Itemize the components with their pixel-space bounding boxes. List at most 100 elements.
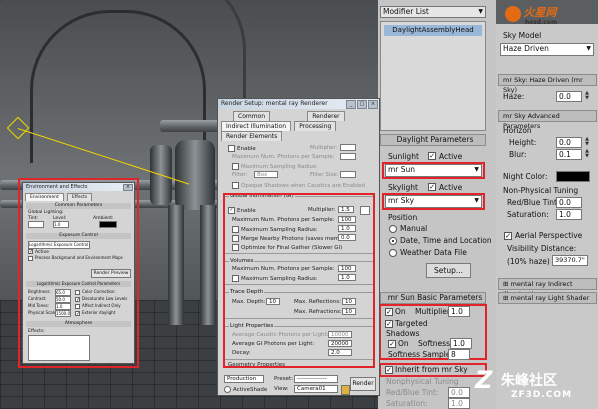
position-label: Position xyxy=(388,213,418,222)
rollout-indirect-illumination[interactable]: ⊞ mental ray Indirect Illumination xyxy=(498,278,597,298)
render-button[interactable]: Render xyxy=(350,377,376,391)
tab-renderer[interactable]: Renderer xyxy=(307,111,345,121)
robot-torso xyxy=(175,140,215,210)
caustics-multiplier-label: Multiplier: xyxy=(310,145,338,151)
env-close-icon[interactable]: × xyxy=(123,184,133,191)
shadows-label: Shadows xyxy=(386,329,420,338)
exposure-header[interactable]: Exposure Control xyxy=(26,233,131,239)
close-icon[interactable]: × xyxy=(368,100,378,109)
minimize-icon[interactable]: _ xyxy=(346,100,356,109)
targeted-checkbox[interactable]: ✓ xyxy=(385,320,393,328)
inherit-checkbox[interactable]: ✓ xyxy=(385,366,393,374)
render-preview-button[interactable]: Render Preview xyxy=(91,269,131,278)
tab-processing[interactable]: Processing xyxy=(294,121,337,131)
haze-label: Haze: xyxy=(503,92,525,101)
visibility-label: Visibility Distance: xyxy=(507,244,577,253)
robot-leg-left xyxy=(168,205,184,325)
tab-render-elements[interactable]: Render Elements xyxy=(221,131,283,141)
blur-spinner-icon[interactable]: ▲ ▼ xyxy=(584,149,590,160)
position-date-time-radio[interactable] xyxy=(389,237,397,245)
common-params-header[interactable]: Common Parameters xyxy=(26,203,131,209)
softness-samples-field[interactable]: 8 xyxy=(448,349,470,360)
setup-button[interactable]: Setup... xyxy=(426,263,471,278)
desaturate-low[interactable]: ✓ Desaturate Low Levels xyxy=(75,296,127,302)
height-spinner-icon[interactable]: ▲ ▼ xyxy=(584,137,590,148)
level-field[interactable]: 1.0 xyxy=(53,221,69,228)
night-color-swatch[interactable] xyxy=(556,171,590,182)
non-physical-label: Non-Physical Tuning xyxy=(503,186,579,195)
env-titlebar[interactable]: Environment and Effects × xyxy=(23,183,134,191)
opaque-shadows[interactable]: Opaque Shadows when Caustics are Enabled xyxy=(232,182,365,189)
contrast-field[interactable]: 50.0 xyxy=(55,296,71,303)
skylight-active-checkbox[interactable]: ✓ xyxy=(428,183,436,191)
haze-field[interactable]: 0.0 xyxy=(556,91,582,102)
sunlight-active-checkbox[interactable]: ✓ xyxy=(428,152,436,160)
effects-list[interactable] xyxy=(28,335,90,361)
sun-multiplier-field[interactable]: 1.0 xyxy=(448,306,470,317)
height-label: Height: xyxy=(509,138,537,147)
haze-header[interactable]: mr Sky: Haze Driven (mr Sky) xyxy=(498,74,597,94)
aerial-checkbox[interactable]: ✓ xyxy=(504,232,512,240)
sky-saturation-field[interactable]: 1.0 xyxy=(556,209,582,220)
view-dropdown[interactable]: Camera01 xyxy=(294,385,338,393)
visibility-field[interactable]: 39370.7" xyxy=(552,255,588,266)
brightness-label: Brightness: xyxy=(28,289,51,294)
modifier-stack[interactable]: DaylightAssemblyHead xyxy=(380,21,486,131)
render-setup-titlebar[interactable]: Render Setup: mental ray Renderer _ □ × xyxy=(218,99,379,109)
affect-indirect[interactable]: Affect Indirect Only xyxy=(75,303,121,309)
sun-saturation-field[interactable]: 1.0 xyxy=(448,398,470,409)
caustics-filter-size-field[interactable] xyxy=(340,171,356,178)
sun-basic-header[interactable]: mr Sun Basic Parameters xyxy=(380,292,486,304)
log-exposure-header[interactable]: Logarithmic Exposure Control Parameters xyxy=(26,281,131,287)
sun-saturation-label: Saturation: xyxy=(386,399,428,408)
daylight-params-header[interactable]: Daylight Parameters xyxy=(380,134,486,146)
blur-field[interactable]: 0.1 xyxy=(556,149,582,160)
shadows-on-checkbox[interactable]: ✓ xyxy=(388,340,396,348)
env-tab-effects[interactable]: Effects xyxy=(66,193,93,201)
position-date-time-label: Date, Time and Location xyxy=(400,236,492,245)
stack-item[interactable]: DaylightAssemblyHead xyxy=(384,25,482,36)
process-background[interactable]: Process Background and Environment Maps xyxy=(28,255,123,261)
tint-swatch[interactable] xyxy=(28,221,44,228)
aerial-label: Aerial Perspective xyxy=(515,231,583,240)
brightness-field[interactable]: 65.0 xyxy=(55,289,71,296)
atmosphere-header[interactable]: Atmosphere xyxy=(26,321,131,327)
watermark-bottom: Z 朱峰社区 ZF3D.COM xyxy=(475,366,573,400)
rollout-light-shader[interactable]: ⊞ mental ray Light Shader xyxy=(498,292,597,304)
sky-redblue-field[interactable]: 0.0 xyxy=(556,197,582,208)
height-field[interactable]: 0.0 xyxy=(556,137,582,148)
caustics-filter-dropdown[interactable]: Box xyxy=(254,171,278,178)
env-tab-environment[interactable]: Environment xyxy=(25,193,64,201)
physical-scale-field[interactable]: 1500.0 xyxy=(55,310,71,317)
haze-spinner-icon[interactable]: ▲ ▼ xyxy=(584,91,590,102)
midtones-field[interactable]: 1.0 xyxy=(55,303,71,310)
nonphysical-label: Nonphysical Tuning xyxy=(386,377,459,386)
advanced-header[interactable]: mr Sky Advanced Parameters xyxy=(498,110,597,130)
modifier-list-dropdown[interactable]: Modifier List ▼ xyxy=(380,6,486,18)
caustics-max-photons-field[interactable] xyxy=(340,153,356,160)
softness-field[interactable]: 1.0 xyxy=(450,338,472,349)
caustics-enable[interactable]: Enable xyxy=(228,145,256,152)
preset-dropdown[interactable]: --------------- xyxy=(294,375,338,383)
lock-icon[interactable] xyxy=(341,385,350,395)
sunlight-label: Sunlight xyxy=(388,152,419,161)
sky-model-dropdown[interactable]: Haze Driven ▼ xyxy=(500,43,594,56)
visibility-prefix: (10% haze) xyxy=(507,257,550,266)
maximize-icon[interactable]: □ xyxy=(357,100,367,109)
tab-indirect-illumination[interactable]: Indirect Illumination xyxy=(221,121,292,131)
sun-on-checkbox[interactable]: ✓ xyxy=(385,308,393,316)
ambient-swatch[interactable] xyxy=(99,221,117,228)
exposure-dropdown[interactable]: Logarithmic Exposure Control xyxy=(28,241,90,249)
exterior-daylight[interactable]: ✓ Exterior daylight xyxy=(75,310,115,316)
caustics-multiplier-field[interactable] xyxy=(340,144,356,151)
skylight-active-label: Active xyxy=(439,183,463,192)
production-dropdown[interactable]: Production xyxy=(224,375,264,383)
position-weather-radio[interactable] xyxy=(389,249,397,257)
sun-redblue-field[interactable]: 0.0 xyxy=(448,387,470,398)
activeshade-radio[interactable]: ActiveShade xyxy=(224,386,267,393)
tab-common[interactable]: Common xyxy=(233,111,271,121)
caustics-max-sampling[interactable]: Maximum Sampling Radius: xyxy=(232,163,318,170)
position-manual-radio[interactable] xyxy=(389,225,397,233)
sun-on-label: On xyxy=(395,307,406,316)
color-correction[interactable]: Color Correction: xyxy=(75,289,116,295)
